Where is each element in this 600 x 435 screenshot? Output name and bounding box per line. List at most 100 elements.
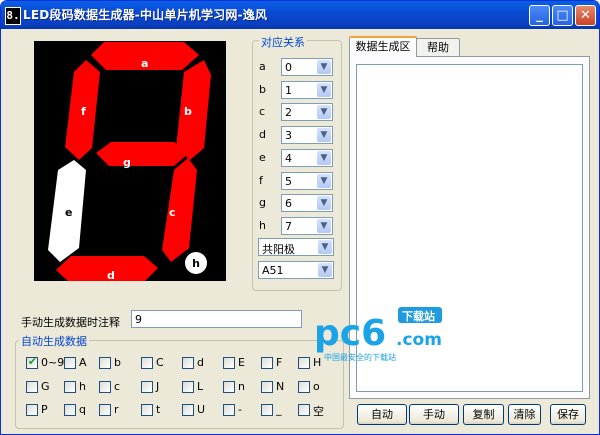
bit-select-value: 6 [285,197,292,211]
char-checkbox[interactable] [298,381,310,393]
mapping-row-label: a [259,60,266,73]
mapping-row-label: d [259,128,266,142]
title-bar[interactable]: 8. LED段码数据生成器-中山单片机学习网-逸风 _ □ ✕ [1,1,599,29]
auto-button[interactable]: 自动 [357,404,407,425]
char-checkbox[interactable] [64,404,76,416]
mapping-row-label: h [259,218,266,232]
seven-segment-app-icon[interactable]: 8. [5,7,21,25]
bit-select-h[interactable]: 7 ▼ [281,216,333,235]
char-checkbox[interactable] [64,381,76,393]
char-checkbox-label[interactable]: d [197,356,204,369]
segment-h-label: h [192,257,200,270]
char-checkbox-label[interactable]: N [276,380,284,393]
char-checkbox-label[interactable]: G [41,380,50,393]
char-checkbox-label[interactable]: F [276,356,282,369]
segment-g-label: g [123,156,131,169]
watermark-badge: 下载站 [402,309,435,323]
char-checkbox-label[interactable]: b [114,356,121,369]
char-checkbox[interactable] [261,357,273,369]
chevron-down-icon: ▼ [317,218,331,233]
seven-segment-display: a b c d e f g h [34,41,226,281]
char-checkbox-label[interactable]: P [41,403,48,416]
char-checkbox[interactable] [99,357,111,369]
save-button[interactable]: 保存 [550,404,586,425]
char-checkbox-label[interactable]: r [114,403,119,416]
minimize-icon: _ [536,8,543,23]
char-checkbox-label[interactable]: q [79,403,86,416]
char-checkbox[interactable] [182,381,194,393]
client-area: abcdefgh 对应关系 a 0 ▼ b 1 ▼ c 2 ▼ d 3 ▼ e 4 ▼ f 5 ▼ g 6 ▼ h 7 ▼ 共… [4,29,596,431]
mapping-row-label: e [259,150,266,164]
bit-select-c[interactable]: 2 ▼ [281,103,333,122]
watermark-brand: pc6 [314,313,386,354]
bit-select-d[interactable]: 3 ▼ [281,126,333,145]
close-button[interactable]: ✕ [575,5,596,26]
copy-button[interactable]: 复制 [463,404,504,425]
char-checkbox[interactable] [298,404,310,416]
char-checkbox[interactable] [99,404,111,416]
compiler-select[interactable]: A51 ▼ [258,261,334,279]
char-checkbox-label[interactable]: - [238,403,242,416]
bit-select-f[interactable]: 5 ▼ [281,171,333,190]
char-checkbox[interactable] [223,404,235,416]
segment-b[interactable] [176,60,211,160]
bit-select-g[interactable]: 6 ▼ [281,194,333,213]
char-checkbox[interactable] [26,381,38,393]
bit-select-e[interactable]: 4 ▼ [281,148,333,167]
char-checkbox-label[interactable]: L [197,380,203,393]
tab-data-output[interactable]: 数据生成区 [349,36,417,57]
char-checkbox-label[interactable]: o [313,380,320,393]
polarity-select[interactable]: 共阳极 ▼ [258,238,334,256]
char-checkbox[interactable] [182,357,194,369]
mapping-row: f 5 ▼ [259,171,339,190]
manual-button[interactable]: 手动 [409,404,459,425]
segment-c[interactable] [162,158,197,262]
char-checkbox-label[interactable]: h [79,380,86,393]
char-checkbox-label[interactable]: U [197,403,205,416]
segment-d-label: d [107,269,115,281]
bit-select-value: 0 [285,61,292,74]
mapping-row: g 6 ▼ [259,194,339,213]
bit-select-a[interactable]: 0 ▼ [281,58,333,76]
char-checkbox[interactable] [182,404,194,416]
minimize-button[interactable]: _ [529,5,550,26]
checkmark-icon: ✔ [27,355,38,368]
char-checkbox-label[interactable]: t [156,403,160,416]
chevron-down-icon: ▼ [317,82,331,97]
char-checkbox-label[interactable]: C [156,356,164,369]
char-checkbox-label[interactable]: 空 [313,403,324,419]
segment-g[interactable] [96,142,189,166]
char-checkbox[interactable] [64,357,76,369]
note-input[interactable]: 9 [131,310,302,328]
tab-help[interactable]: 帮助 [416,38,460,56]
char-checkbox[interactable] [141,404,153,416]
mapping-row-label: g [259,196,266,210]
char-checkbox[interactable] [223,381,235,393]
char-checkbox-label[interactable]: c [114,380,120,393]
app-window: 8. LED段码数据生成器-中山单片机学习网-逸风 _ □ ✕ abcdefgh… [0,0,600,435]
char-checkbox[interactable] [223,357,235,369]
bit-select-b[interactable]: 1 ▼ [281,80,333,99]
char-checkbox[interactable] [99,381,111,393]
char-checkbox[interactable] [26,404,38,416]
char-checkbox-label[interactable]: A [79,356,87,369]
maximize-button[interactable]: □ [552,5,573,26]
char-checkbox[interactable] [141,381,153,393]
clear-button[interactable]: 清除 [508,404,541,425]
char-checkbox-label[interactable]: J [156,380,159,393]
bit-select-value: 2 [285,106,292,120]
char-checkbox-label[interactable]: _ [276,403,282,416]
char-checkbox[interactable] [261,404,273,416]
mapping-row: d 3 ▼ [259,126,339,145]
char-checkbox[interactable]: ✔ [26,355,38,369]
chevron-down-icon: ▼ [317,150,331,165]
char-checkbox[interactable] [298,357,310,369]
char-checkbox[interactable] [261,381,273,393]
char-checkbox-label[interactable]: 0~9 [41,356,64,369]
mapping-row-label: b [259,82,266,96]
char-checkbox-label[interactable]: n [238,380,245,393]
char-checkbox[interactable] [141,357,153,369]
segment-canvas: a b c d e f g h [48,42,211,281]
compiler-value: A51 [262,264,284,277]
char-checkbox-label[interactable]: E [238,356,245,369]
